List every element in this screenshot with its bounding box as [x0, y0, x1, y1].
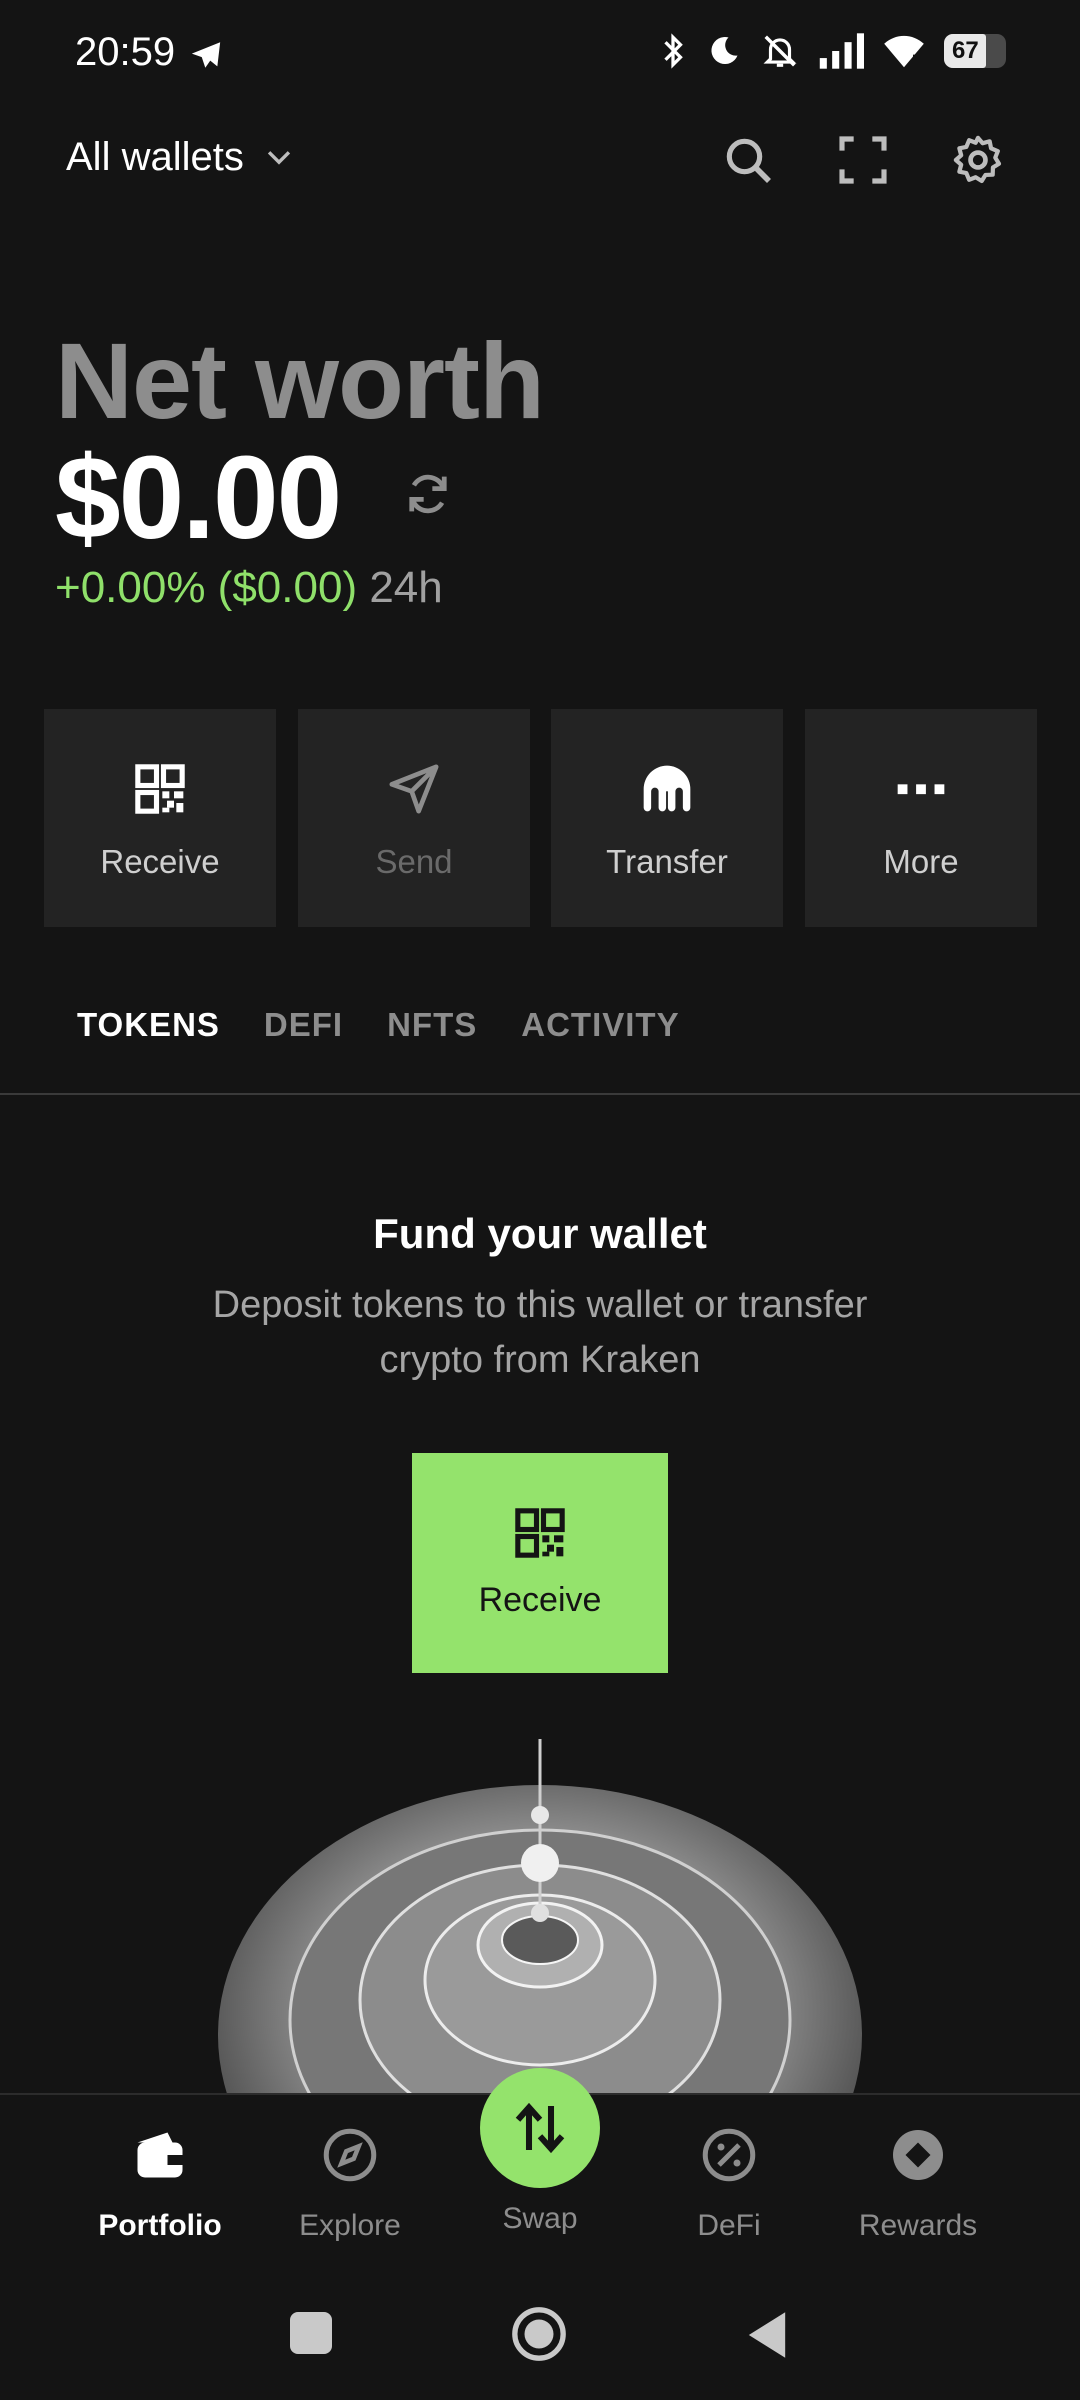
signal-icon	[819, 33, 864, 69]
bluetooth-icon	[664, 33, 683, 69]
telegram-icon	[191, 42, 221, 68]
tab-activity[interactable]: ACTIVITY	[521, 1006, 679, 1044]
nav-portfolio-label: Portfolio	[98, 2209, 222, 2242]
nav-rewards[interactable]: Rewards	[833, 2125, 1003, 2243]
compass-icon	[323, 2128, 377, 2182]
portfolio-tabs: TOKENS DEFI NFTS ACTIVITY	[77, 1006, 680, 1044]
nav-rewards-label: Rewards	[858, 2209, 978, 2242]
chevron-down-icon	[267, 150, 290, 165]
status-icons: 67	[658, 32, 1006, 70]
transfer-button[interactable]: Transfer	[551, 709, 783, 927]
receive-label: Receive	[100, 843, 220, 880]
wifi-icon	[884, 35, 924, 69]
battery-icon: 67	[944, 34, 1006, 68]
wallet-selector[interactable]: All wallets	[66, 135, 296, 180]
fund-receive-label: Receive	[478, 1581, 602, 1619]
home-button[interactable]	[510, 2305, 568, 2363]
net-worth-value: $0.00	[55, 432, 342, 564]
receive-button[interactable]: Receive	[44, 709, 276, 927]
price-change-value: +0.00% ($0.00)	[55, 563, 358, 612]
tab-tokens[interactable]: TOKENS	[77, 1006, 220, 1044]
net-worth-label: Net worth	[55, 320, 545, 441]
transfer-label: Transfer	[606, 843, 728, 880]
send-label: Send	[375, 843, 453, 880]
qr-code-icon	[135, 764, 185, 814]
nav-defi-label: DeFi	[697, 2209, 761, 2242]
tabs-divider	[0, 1093, 1080, 1095]
more-icon	[897, 784, 945, 795]
tab-defi[interactable]: DEFI	[264, 1006, 343, 1044]
nav-swap[interactable]	[480, 2068, 600, 2188]
price-change: +0.00% ($0.00) 24h	[55, 563, 443, 613]
qr-code-icon	[515, 1508, 565, 1558]
nav-explore-label: Explore	[299, 2209, 401, 2242]
scan-icon[interactable]	[835, 132, 891, 188]
wallet-icon	[137, 2132, 183, 2178]
kraken-icon	[643, 765, 691, 812]
fund-receive-button[interactable]: Receive	[412, 1453, 668, 1673]
settings-icon[interactable]	[950, 132, 1006, 188]
nav-swap-label: Swap	[502, 2202, 578, 2235]
empty-state-title: Fund your wallet	[373, 1210, 707, 1257]
recents-button[interactable]	[290, 2312, 332, 2354]
send-icon	[389, 764, 439, 814]
search-icon[interactable]	[720, 132, 776, 188]
nav-explore[interactable]: Explore	[265, 2125, 435, 2243]
wallet-selector-label: All wallets	[66, 135, 244, 179]
back-button[interactable]	[744, 2310, 790, 2360]
send-button[interactable]: Send	[298, 709, 530, 927]
ripple-illustration	[218, 1739, 862, 2093]
nav-defi[interactable]: DeFi	[644, 2125, 814, 2243]
empty-state-description: Deposit tokens to this wallet or transfe…	[212, 1284, 868, 1381]
rewards-icon	[893, 2130, 943, 2180]
more-label: More	[883, 843, 959, 880]
percent-icon	[702, 2128, 756, 2182]
moon-icon	[711, 37, 738, 65]
tab-nfts[interactable]: NFTS	[387, 1006, 477, 1044]
battery-level: 67	[952, 37, 979, 64]
more-button[interactable]: More	[805, 709, 1037, 927]
status-time: 20:59	[75, 30, 176, 74]
bell-off-icon	[763, 35, 797, 67]
swap-icon	[515, 2102, 565, 2154]
refresh-icon[interactable]	[402, 468, 454, 520]
nav-portfolio[interactable]: Portfolio	[75, 2125, 245, 2243]
price-change-period: 24h	[369, 563, 443, 612]
